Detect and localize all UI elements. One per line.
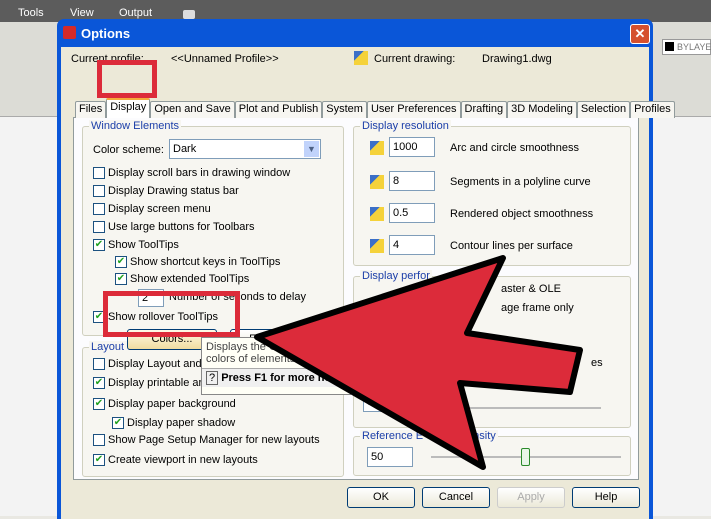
option-label: Display printable area <box>108 377 215 389</box>
group-title: Window Elements <box>89 120 182 132</box>
menu-tools[interactable]: Tools <box>18 7 44 19</box>
option-label: Show rollover ToolTips <box>108 311 219 323</box>
color-scheme-label: Color scheme: <box>93 144 164 156</box>
fade-input[interactable]: 5 <box>363 392 403 412</box>
tab-drafting[interactable]: Drafting <box>460 101 508 118</box>
chevron-down-icon[interactable]: ▼ <box>304 141 319 157</box>
resolution-label: Contour lines per surface <box>450 240 573 252</box>
tooltip-text: colors of elements <box>206 353 296 365</box>
current-drawing-value: Drawing1.dwg <box>482 53 552 65</box>
help-icon: ? <box>206 371 219 385</box>
current-drawing-label: Current drawing: <box>374 53 456 65</box>
checkbox-status-bar[interactable] <box>93 185 105 197</box>
tab-system[interactable]: System <box>322 101 367 118</box>
tooltip-text: Displays the Co <box>206 341 284 353</box>
checkbox-extended-tooltips[interactable]: ✔ <box>115 273 127 285</box>
checkbox-screen-menu[interactable] <box>93 203 105 215</box>
tab-strip: Files Display Open and Save Plot and Pub… <box>75 97 675 118</box>
checkbox-create-viewport[interactable]: ✔ <box>93 454 105 466</box>
option-label: Show extended ToolTips <box>130 273 250 285</box>
group-title: Display resolution <box>360 120 451 132</box>
option-label: Show Page Setup Manager for new layouts <box>108 434 320 446</box>
resolution-label: Segments in a polyline curve <box>450 176 591 188</box>
drawing-icon <box>370 239 384 253</box>
layer-dropdown[interactable]: BYLAYE <box>662 39 711 55</box>
option-label: Display paper shadow <box>127 417 236 429</box>
arc-smoothness-input[interactable]: 1000 <box>389 137 435 157</box>
option-label: Create viewport in new layouts <box>108 454 258 466</box>
checkbox-show-tooltips[interactable]: ✔ <box>93 239 105 251</box>
option-label: Show ToolTips <box>108 239 179 251</box>
group-title-start: Reference E <box>362 430 424 442</box>
tab-selection[interactable]: Selection <box>576 101 631 118</box>
checkbox-layout-tabs[interactable] <box>93 358 105 370</box>
menu-output[interactable]: Output <box>119 7 152 19</box>
contour-lines-input[interactable]: 4 <box>389 235 435 255</box>
tab-profiles[interactable]: Profiles <box>630 101 675 118</box>
checkbox-printable-area[interactable]: ✔ <box>93 377 105 389</box>
cancel-button[interactable]: Cancel <box>422 487 490 508</box>
help-button[interactable]: Help <box>572 487 640 508</box>
option-label: Use large buttons for Toolbars <box>108 221 255 233</box>
slider-thumb[interactable] <box>521 448 530 466</box>
drawing-icon <box>370 141 384 155</box>
dialog-title: Options <box>81 26 131 41</box>
option-label: Display paper background <box>108 398 236 410</box>
tab-display[interactable]: Display <box>106 98 151 118</box>
ok-button[interactable]: OK <box>347 487 415 508</box>
options-dialog: Options ✕ Current profile: <<Unnamed Pro… <box>57 19 675 519</box>
layer-value: BYLAYE <box>677 42 711 52</box>
color-scheme-value: Dark <box>173 143 197 155</box>
checkbox-shortcut-keys[interactable]: ✔ <box>115 256 127 268</box>
title-bar: Options ✕ <box>57 19 653 47</box>
checkbox-scroll-bars[interactable] <box>93 167 105 179</box>
checkbox-paper-shadow[interactable]: ✔ <box>112 417 124 429</box>
resolution-label: Arc and circle smoothness <box>450 142 579 154</box>
checkbox-page-setup-manager[interactable] <box>93 434 105 446</box>
fade-slider[interactable] <box>431 407 601 409</box>
group-title: Display perfor <box>360 270 432 282</box>
option-label: Display Layout and M <box>108 358 214 370</box>
reference-edit-input[interactable]: 50 <box>367 447 413 467</box>
color-swatch-icon <box>665 42 674 51</box>
checkbox-paper-background[interactable]: ✔ <box>93 398 105 410</box>
close-icon[interactable]: ✕ <box>630 24 650 44</box>
option-label: Display screen menu <box>108 203 211 215</box>
dropdown-icon[interactable] <box>183 10 195 19</box>
color-scheme-select[interactable]: Dark ▼ <box>169 139 321 159</box>
delay-input[interactable]: 2 <box>138 289 164 307</box>
tab-3d-modeling[interactable]: 3D Modeling <box>507 101 577 118</box>
option-label: Display scroll bars in drawing window <box>108 167 291 179</box>
drawing-icon <box>370 207 384 221</box>
drawing-icon <box>354 51 368 65</box>
performance-option-label: age frame only <box>501 302 574 314</box>
group-title-end: nsity <box>473 430 496 442</box>
delay-label: Number of seconds to delay <box>169 291 306 303</box>
current-profile-label: Current profile: <box>71 53 144 65</box>
option-label: Display Drawing status bar <box>108 185 239 197</box>
current-profile-value: <<Unnamed Profile>> <box>171 53 279 65</box>
option-label: Show shortcut keys in ToolTips <box>130 256 281 268</box>
dialog-body: Current profile: <<Unnamed Profile>> Cur… <box>61 47 675 519</box>
rendered-smoothness-input[interactable]: 0.5 <box>389 203 435 223</box>
checkbox-rollover-tooltips[interactable]: ✔ <box>93 311 105 323</box>
tab-open-and-save[interactable]: Open and Save <box>150 101 235 118</box>
menu-view[interactable]: View <box>70 7 94 19</box>
tab-plot-and-publish[interactable]: Plot and Publish <box>234 101 323 118</box>
apply-button[interactable]: Apply <box>497 487 565 508</box>
drawing-icon <box>370 175 384 189</box>
tab-files[interactable]: Files <box>75 101 107 118</box>
autocad-logo-icon <box>63 26 76 39</box>
group-title: Reference E nsity <box>360 430 498 442</box>
resolution-label: Rendered object smoothness <box>450 208 594 220</box>
checkbox-large-buttons[interactable] <box>93 221 105 233</box>
performance-option-label: es <box>591 357 603 369</box>
tab-user-preferences[interactable]: User Preferences <box>366 101 461 118</box>
tooltip-help-text: Press F1 for more help <box>221 372 341 384</box>
tooltip: Displays the Co colors of elements ? Pres… <box>201 337 351 395</box>
polyline-segments-input[interactable]: 8 <box>389 171 435 191</box>
reference-edit-slider[interactable] <box>431 448 621 466</box>
performance-option-label: aster & OLE <box>501 283 561 295</box>
